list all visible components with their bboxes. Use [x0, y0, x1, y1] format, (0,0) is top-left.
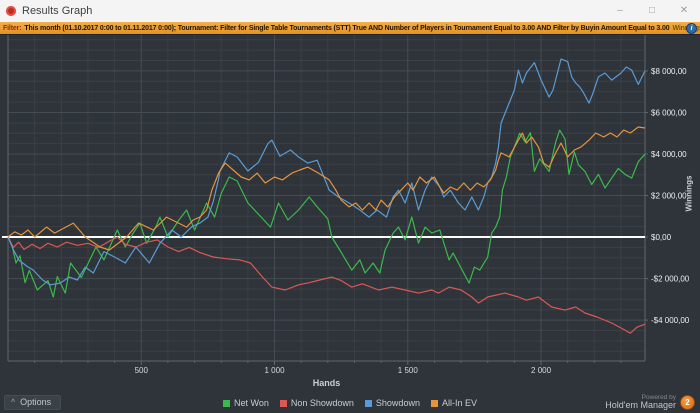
filter-bar: Filter: This month (01.10.2017 0:00 to 0…: [0, 22, 700, 35]
series-all-in-ev: [7, 126, 646, 251]
info-icon[interactable]: i: [686, 23, 697, 34]
window-controls: – □ ✕: [604, 0, 700, 22]
caret-up-icon: ^: [11, 398, 16, 406]
brand-name: Hold'em Manager: [605, 400, 676, 411]
y-tick-label: $2 000,00: [651, 192, 687, 201]
legend-label: Showdown: [375, 398, 420, 408]
results-graph-window: Results Graph – □ ✕ Filter: This month (…: [0, 0, 700, 413]
maximize-button[interactable]: □: [636, 0, 668, 22]
legend-swatch-icon: [279, 399, 287, 407]
y-axis-title: Winnings: [684, 175, 694, 212]
series-net-won: [7, 129, 646, 298]
y-tick-label: $6 000,00: [651, 108, 687, 117]
x-tick-label: 1 000: [265, 366, 286, 375]
legend-item-non-showdown: Non Showdown: [279, 398, 354, 408]
title-bar: Results Graph – □ ✕: [0, 0, 700, 22]
minimize-button[interactable]: –: [604, 0, 636, 22]
chart-legend: Net Won Non Showdown Showdown All-In EV: [0, 398, 700, 408]
legend-item-showdown: Showdown: [364, 398, 420, 408]
filter-description: This month (01.10.2017 0:00 to 01.11.201…: [24, 24, 670, 32]
window-title: Results Graph: [22, 5, 93, 17]
x-tick-label: 2 000: [531, 366, 552, 375]
legend-item-net-won: Net Won: [223, 398, 269, 408]
x-axis-title: Hands: [312, 378, 341, 388]
results-chart[interactable]: 500 1 000 1 500 2 000 $8 000,00 $6 000,00 $4 0…: [0, 0, 700, 413]
x-tick-label: 1 500: [398, 366, 419, 375]
hm2-badge-icon: 2: [680, 394, 695, 410]
legend-label: Net Won: [234, 398, 269, 408]
y-tick-label: -$2 000,00: [651, 275, 690, 284]
legend-label: All-In EV: [441, 398, 477, 408]
series-showdown: [7, 58, 646, 286]
options-label: Options: [20, 397, 52, 407]
options-button[interactable]: ^ Options: [4, 395, 62, 410]
close-button[interactable]: ✕: [668, 0, 700, 22]
legend-swatch-icon: [223, 399, 231, 407]
y-tick-label: -$4 000,00: [651, 316, 690, 325]
app-logo-icon: [6, 6, 16, 16]
legend-swatch-icon: [364, 399, 372, 407]
legend-item-all-in-ev: All-In EV: [430, 398, 477, 408]
legend-label: Non Showdown: [290, 398, 354, 408]
powered-by-branding: Powered by Hold'em Manager 2: [605, 394, 695, 411]
y-tick-label: $8 000,00: [651, 67, 687, 76]
filter-label: Filter:: [3, 24, 22, 32]
y-tick-label: $4 000,00: [651, 150, 687, 159]
x-tick-label: 500: [135, 366, 149, 375]
legend-swatch-icon: [430, 399, 438, 407]
y-tick-label: $0,00: [651, 233, 672, 242]
